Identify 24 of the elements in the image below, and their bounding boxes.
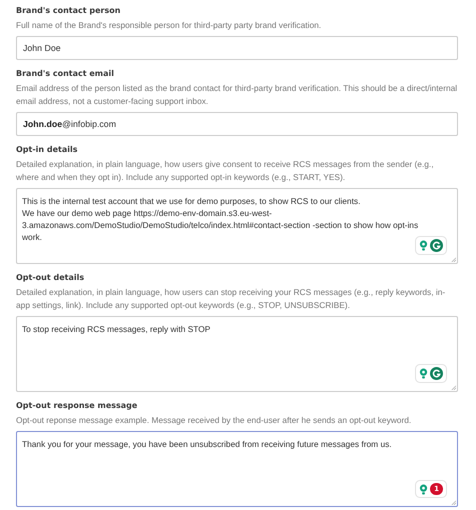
resize-handle-icon[interactable]: [451, 257, 456, 262]
g-logo-icon: [430, 239, 443, 252]
input-field[interactable]: John.doe@infobip.com: [16, 112, 458, 136]
field-label: Opt-in details: [16, 145, 79, 155]
field-description: Full name of the Brand's responsible person for third-party party brand verification.: [16, 19, 322, 32]
field-label: Opt-out details: [16, 273, 86, 283]
resize-handle-icon[interactable]: [451, 500, 456, 505]
field-description: Email address of the person listed as the brand contact for third-party brand verification. This should be a direct/internal email address, not a customer-facing support inbox.: [16, 82, 458, 108]
g-logo-icon: [430, 367, 443, 380]
field-label: Opt-out response message: [16, 401, 138, 411]
lightbulb-icon: [419, 484, 428, 494]
writing-assistant-badge[interactable]: [415, 236, 447, 255]
text-area[interactable]: To stop receiving RCS messages, reply with STOP: [16, 316, 458, 392]
writing-assistant-badge[interactable]: [415, 364, 447, 383]
text-area[interactable]: This is the internal test account that we use for demo purposes, to show RCS to our clients. We have our demo web page https://demo-env-domain.s3.eu-west- 3.amazonaws.com/DemoStudio/DemoStudio/telco/index.html#contact-section -section to show how opt-ins work.: [16, 188, 458, 264]
input-field[interactable]: John Doe: [16, 36, 458, 60]
resize-handle-icon[interactable]: [451, 385, 456, 390]
field-description: Detailed explanation, in plain language, how users can stop receiving your RCS messages (e.g., reply keywords, in-app settings, link). Include any supported opt-out keywords (e.g., STOP, UNSUBSCRIBE).: [16, 286, 446, 312]
lightbulb-icon: [419, 368, 428, 379]
field-description: Detailed explanation, in plain language, how users give consent to receive RCS messages from the sender (e.g., where and when they opt in). Include any supported opt-in keywords (e.g., START, YES).: [16, 158, 435, 184]
field-description: Opt-out reponse message example. Message received by the end-user after he sends an opt-out keyword.: [16, 414, 412, 427]
field-label: Brand's contact person: [16, 6, 122, 16]
field-label: Brand's contact email: [16, 69, 116, 79]
lightbulb-icon: [419, 240, 428, 251]
